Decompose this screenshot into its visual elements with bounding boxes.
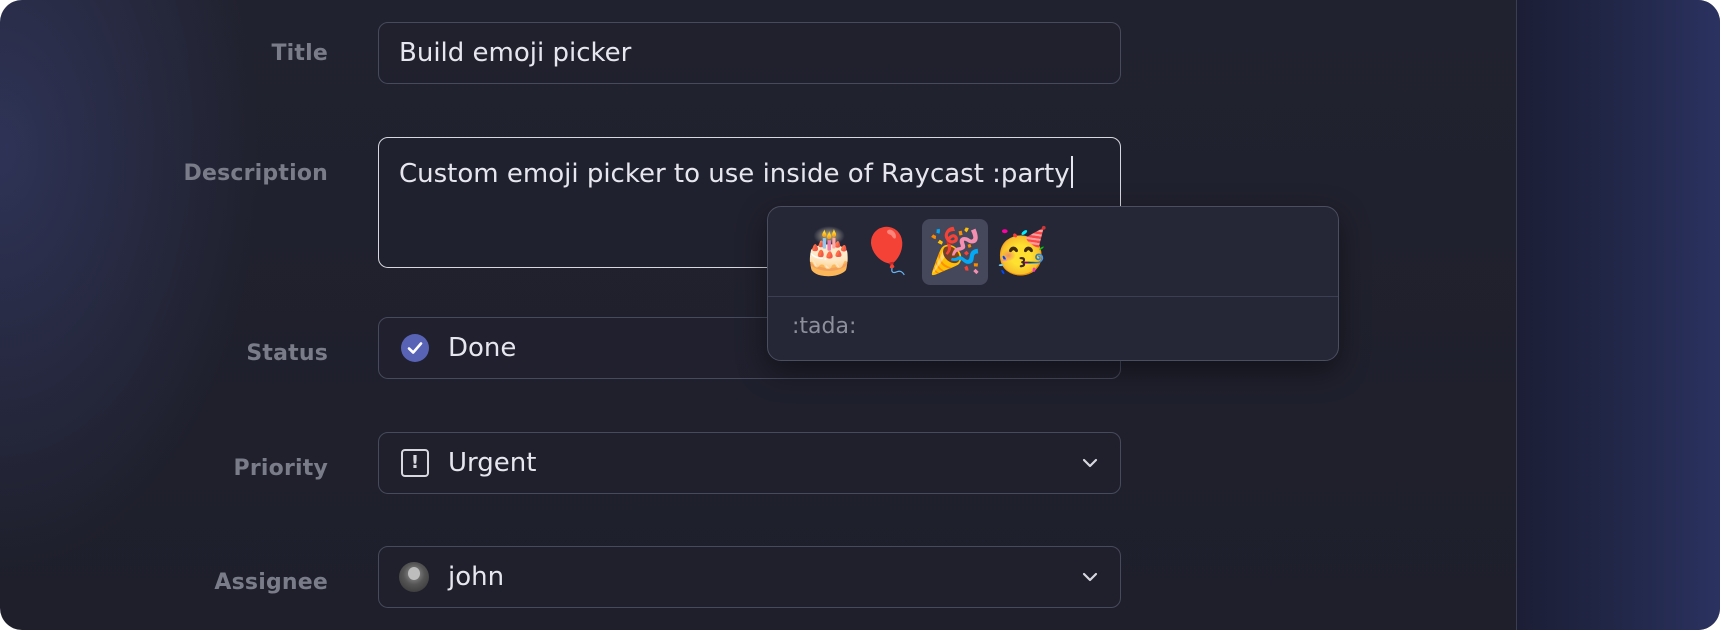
chevron-down-icon: [1082, 458, 1098, 468]
assignee-dropdown[interactable]: john: [378, 546, 1121, 608]
title-field[interactable]: Build emoji picker: [378, 22, 1121, 84]
assignee-label: Assignee: [214, 570, 328, 595]
divider: [768, 296, 1338, 297]
chevron-down-icon: [1082, 572, 1098, 582]
priority-value: Urgent: [448, 448, 537, 478]
description-value: Custom emoji picker to use inside of Ray…: [399, 156, 1073, 189]
app-window: Title Build emoji picker Description Cus…: [0, 0, 1720, 630]
status-value: Done: [448, 333, 517, 363]
text-caret: [1070, 156, 1073, 188]
assignee-value: john: [448, 562, 505, 592]
emoji-partying-face[interactable]: 🥳: [988, 219, 1054, 285]
title-value: Build emoji picker: [399, 38, 632, 68]
check-circle-icon: [401, 334, 429, 362]
side-panel: [1516, 0, 1720, 630]
status-label: Status: [246, 341, 328, 366]
priority-dropdown[interactable]: ! Urgent: [378, 432, 1121, 494]
emoji-picker-popover: 🎂 🎈 🎉 🥳 :tada:: [767, 206, 1339, 361]
emoji-birthday-cake[interactable]: 🎂: [796, 219, 862, 285]
emoji-party-popper[interactable]: 🎉: [922, 219, 988, 285]
description-label: Description: [183, 161, 328, 186]
avatar: [399, 562, 429, 592]
exclamation-square-icon: !: [401, 449, 429, 477]
title-label: Title: [271, 41, 328, 66]
priority-label: Priority: [233, 456, 328, 481]
selected-emoji-shortcode: :tada:: [792, 314, 857, 339]
emoji-balloon[interactable]: 🎈: [854, 219, 920, 285]
